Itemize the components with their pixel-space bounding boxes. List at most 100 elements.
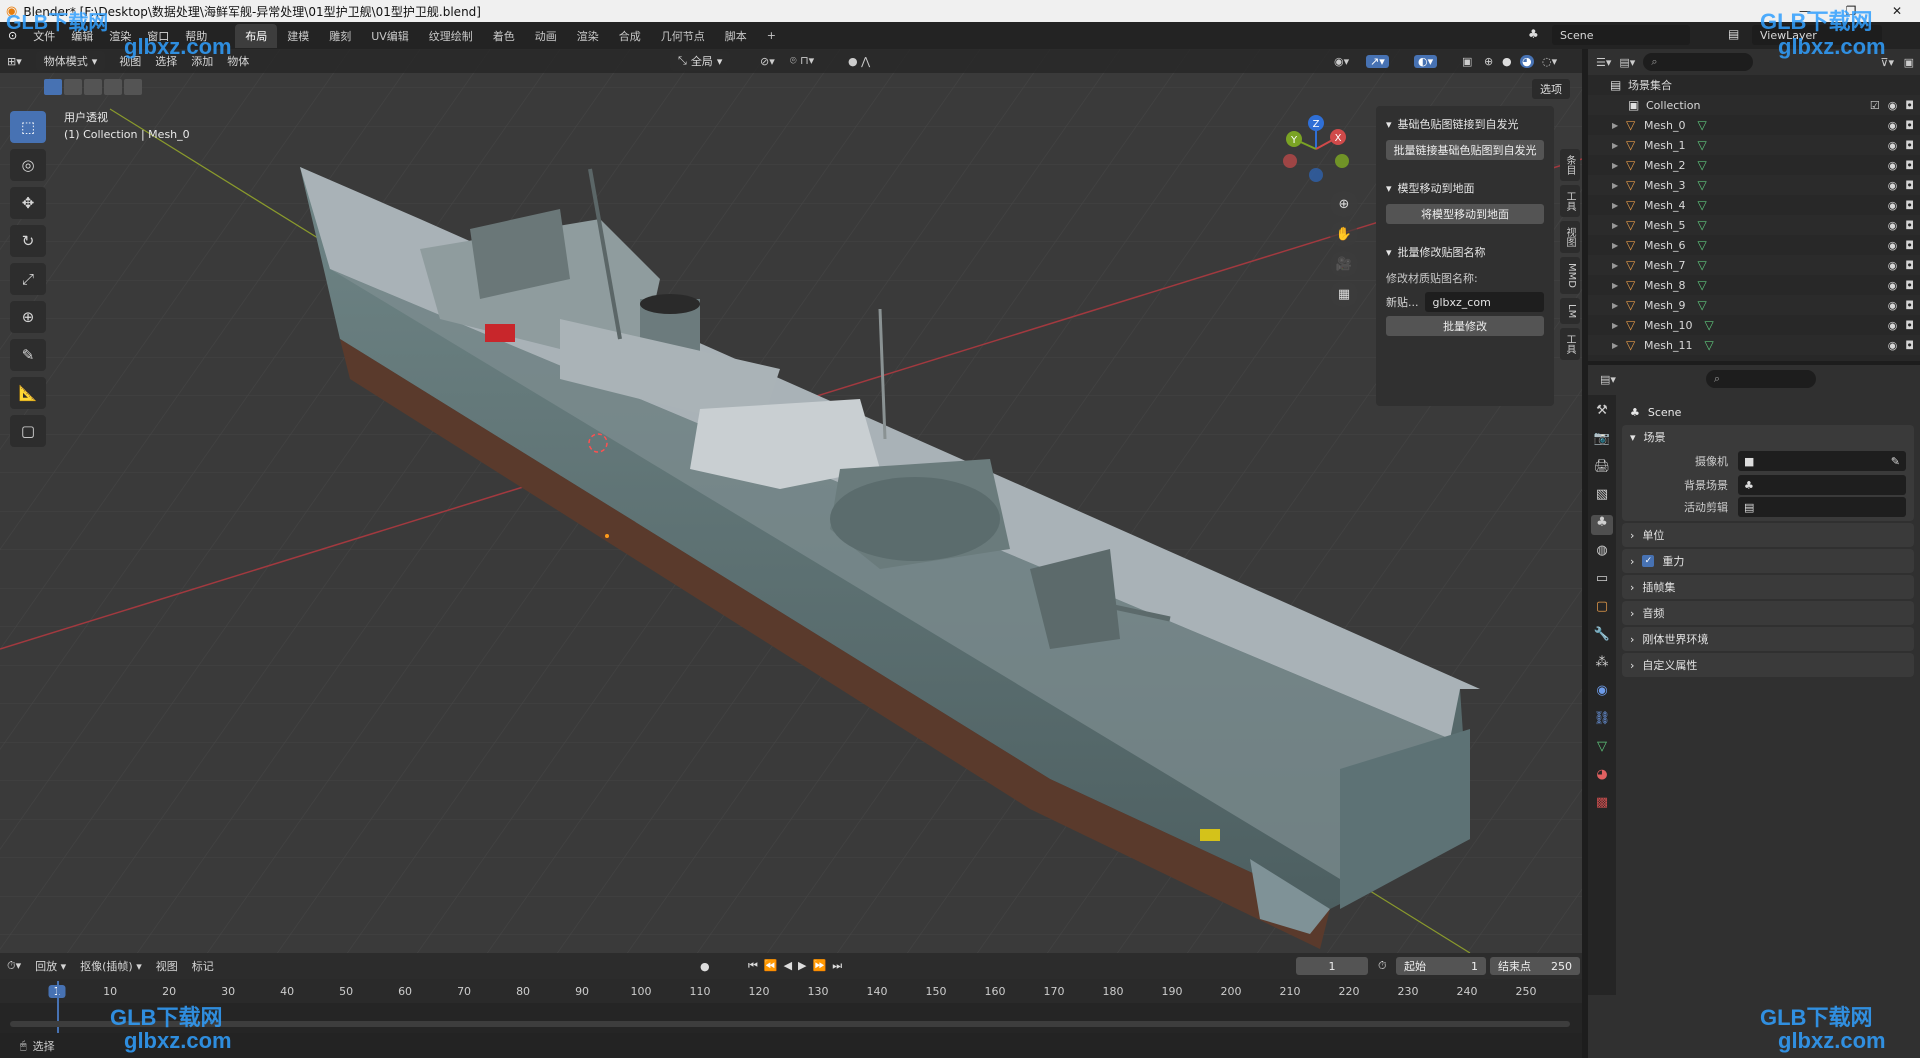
record-icon[interactable]: ● (700, 960, 710, 973)
outliner-object-row[interactable]: ▶ ▽ Mesh_9 ▽ ◉ ◘ (1588, 295, 1920, 315)
proportional-edit-icon[interactable]: ● ⋀ (848, 55, 870, 68)
add-workspace-button[interactable]: + (757, 25, 786, 46)
select-new-icon[interactable] (44, 79, 62, 95)
new-collection-icon[interactable]: ▣ (1904, 56, 1914, 69)
timeline-ruler[interactable]: 1102030405060708090100110120130140150160… (40, 983, 1580, 1003)
eye-icon[interactable]: ◉ (1888, 339, 1898, 352)
tab-item[interactable]: 条目 (1560, 149, 1580, 181)
outliner-search-input[interactable]: ⌕ (1643, 53, 1754, 71)
section-emission-link-header[interactable]: ▾ 基础色贴图链接到自发光 (1382, 110, 1548, 138)
timeline-track[interactable] (0, 981, 1582, 1033)
camera-icon[interactable]: ◘ (1905, 299, 1914, 312)
editor-type-icon[interactable]: ☰▾ (1596, 56, 1611, 69)
expand-triangle-icon[interactable]: ▶ (1612, 241, 1626, 250)
outliner-object-row[interactable]: ▶ ▽ Mesh_6 ▽ ◉ ◘ (1588, 235, 1920, 255)
tab-sculpting[interactable]: 雕刻 (319, 24, 361, 48)
eye-icon[interactable]: ◉ (1888, 119, 1898, 132)
camera-icon[interactable]: ◘ (1905, 339, 1914, 352)
custom-properties-panel[interactable]: › 自定义属性 (1622, 653, 1914, 677)
expand-triangle-icon[interactable]: ▶ (1612, 161, 1626, 170)
visibility-icon[interactable]: ◉▾ (1334, 55, 1349, 68)
ortho-toggle-icon[interactable]: ▦ (1330, 281, 1358, 307)
outliner-object-row[interactable]: ▶ ▽ Mesh_8 ▽ ◉ ◘ (1588, 275, 1920, 295)
camera-icon[interactable]: ◘ (1905, 319, 1914, 332)
rigid-body-world-panel[interactable]: › 刚体世界环境 (1622, 627, 1914, 651)
tab-rendering[interactable]: 渲染 (567, 24, 609, 48)
world-tab-icon[interactable]: ◍ (1591, 543, 1613, 563)
outliner-object-row[interactable]: ▶ ▽ Mesh_5 ▽ ◉ ◘ (1588, 215, 1920, 235)
select-subtract-icon[interactable] (84, 79, 102, 95)
options-dropdown[interactable]: 选项 (1532, 79, 1570, 99)
mode-dropdown[interactable]: 物体模式 ▾ (35, 51, 106, 71)
transform-tool-icon[interactable]: ⊕ (10, 301, 46, 333)
constraints-tab-icon[interactable]: ⛓ (1591, 711, 1613, 731)
tab-tool[interactable]: 工具 (1560, 185, 1580, 217)
select-box-tool-icon[interactable]: ⬚ (10, 111, 46, 143)
eyedropper-icon[interactable]: ✎ (1891, 455, 1900, 468)
render-shading-icon[interactable]: ◌▾ (1542, 55, 1557, 68)
add-cube-tool-icon[interactable]: ▢ (10, 415, 46, 447)
editor-type-icon[interactable]: ▤▾ (1600, 373, 1616, 386)
camera-field[interactable]: ■ ✎ (1738, 451, 1906, 471)
properties-search-input[interactable]: ⌕ (1705, 370, 1816, 388)
gravity-checkbox[interactable]: ✓ (1642, 555, 1655, 567)
material-shading-icon[interactable]: ◕ (1520, 54, 1534, 68)
batch-rename-button[interactable]: 批量修改 (1386, 316, 1544, 336)
outliner-object-row[interactable]: ▶ ▽ Mesh_4 ▽ ◉ ◘ (1588, 195, 1920, 215)
editor-type-icon[interactable]: ⏱▾ (0, 959, 28, 973)
scene-collection-row[interactable]: ▤ 场景集合 (1588, 75, 1920, 95)
camera-icon[interactable]: ◘ (1905, 259, 1914, 272)
physics-tab-icon[interactable]: ◉ (1591, 683, 1613, 703)
camera-icon[interactable]: ◘ (1905, 159, 1914, 172)
gizmo-toggle-icon[interactable]: ↗▾ (1366, 54, 1389, 68)
zoom-icon[interactable]: ⊕ (1330, 191, 1358, 217)
pivot-icon[interactable]: ⊘▾ (760, 55, 775, 68)
outliner-object-row[interactable]: ▶ ▽ Mesh_7 ▽ ◉ ◘ (1588, 255, 1920, 275)
keying-sets-panel[interactable]: › 插帧集 (1622, 575, 1914, 599)
tab-animation[interactable]: 动画 (525, 24, 567, 48)
tab-shading[interactable]: 着色 (483, 24, 525, 48)
clock-icon[interactable]: ⏱ (1378, 959, 1387, 973)
pan-hand-icon[interactable]: ✋ (1330, 221, 1358, 247)
solid-shading-icon[interactable]: ● (1502, 55, 1512, 68)
active-clip-field[interactable]: ▤ (1738, 497, 1906, 517)
outliner-object-row[interactable]: ▶ ▽ Mesh_10 ▽ ◉ ◘ (1588, 315, 1920, 335)
3d-viewport[interactable]: ⊞▾ 物体模式 ▾ 视图 选择 添加 物体 ⤡ 全局 ▾ ⊘▾ ⌾ ⊓▾ ● ⋀ … (0, 49, 1582, 953)
expand-triangle-icon[interactable]: ▶ (1612, 121, 1626, 130)
batch-link-emission-button[interactable]: 批量链接基础色贴图到自发光 (1386, 140, 1544, 160)
camera-icon[interactable]: ◘ (1905, 199, 1914, 212)
camera-icon[interactable]: ◘ (1905, 219, 1914, 232)
output-tab-icon[interactable]: 🖨 (1591, 459, 1613, 479)
eye-icon[interactable]: ◉ (1888, 99, 1898, 112)
wireframe-shading-icon[interactable]: ⊕ (1484, 55, 1493, 68)
eye-icon[interactable]: ◉ (1888, 199, 1898, 212)
tab-texture-paint[interactable]: 纹理绘制 (419, 24, 483, 48)
expand-triangle-icon[interactable]: ▶ (1612, 321, 1626, 330)
tab-tool-2[interactable]: 工具 (1560, 328, 1580, 361)
tab-modeling[interactable]: 建模 (277, 24, 319, 48)
eye-icon[interactable]: ◉ (1888, 259, 1898, 272)
camera-icon[interactable]: ◘ (1905, 119, 1914, 132)
expand-triangle-icon[interactable]: ▶ (1612, 221, 1626, 230)
collection-row[interactable]: ▣ Collection ☑ ◉ ◘ (1588, 95, 1920, 115)
expand-triangle-icon[interactable]: ▶ (1612, 141, 1626, 150)
rotate-tool-icon[interactable]: ↻ (10, 225, 46, 257)
tab-compositing[interactable]: 合成 (609, 24, 651, 48)
move-to-ground-button[interactable]: 将模型移动到地面 (1386, 204, 1544, 224)
outliner-object-row[interactable]: ▶ ▽ Mesh_1 ▽ ◉ ◘ (1588, 135, 1920, 155)
expand-triangle-icon[interactable]: ▶ (1612, 281, 1626, 290)
expand-triangle-icon[interactable]: ▶ (1612, 181, 1626, 190)
section-move-to-ground-header[interactable]: ▾ 模型移动到地面 (1382, 174, 1548, 202)
collection-tab-icon[interactable]: ▭ (1591, 571, 1613, 591)
tab-layout[interactable]: 布局 (235, 23, 278, 48)
object-tab-icon[interactable]: ▢ (1591, 599, 1613, 619)
camera-icon[interactable]: ◘ (1905, 179, 1914, 192)
eye-icon[interactable]: ◉ (1888, 179, 1898, 192)
outliner-object-row[interactable]: ▶ ▽ Mesh_3 ▽ ◉ ◘ (1588, 175, 1920, 195)
menu-timeline-view[interactable]: 视图 (149, 958, 185, 974)
menu-keying[interactable]: 抠像(插帧) ▾ (73, 958, 149, 974)
expand-triangle-icon[interactable]: ▶ (1612, 201, 1626, 210)
select-invert-icon[interactable] (104, 79, 122, 95)
playback-controls[interactable]: ⏮⏪◀▶⏩⏭ (748, 959, 848, 973)
camera-view-icon[interactable]: 🎥 (1330, 251, 1358, 277)
